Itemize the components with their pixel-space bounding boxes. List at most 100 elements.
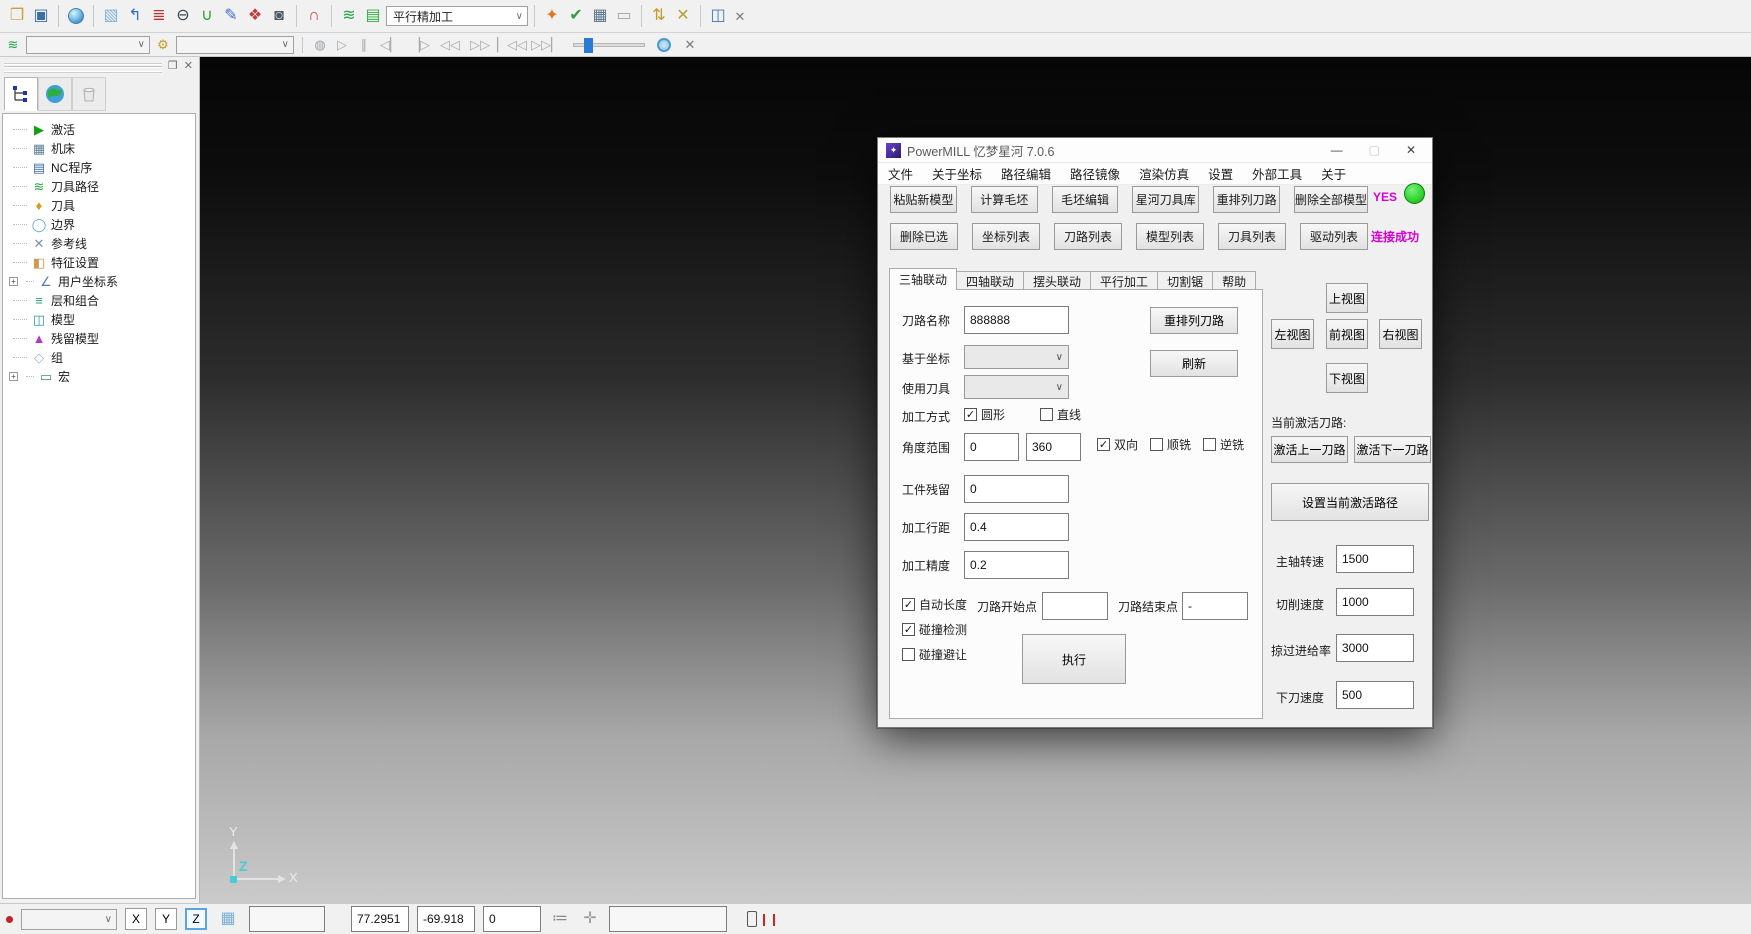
cursor-x-input[interactable] [351,906,409,932]
xyz-list-icon[interactable]: ≔ [549,908,571,930]
checkbox-box[interactable] [1150,438,1163,451]
block-edit-button[interactable]: 毛坯编辑 [1052,186,1119,213]
phone-pause-icon[interactable]: ❙❙ [747,911,779,927]
climb-mill-checkbox[interactable]: 顺铣 [1150,436,1191,453]
paste-new-model-button[interactable]: 粘贴新模型 [890,186,957,213]
tree-item-feature-sets[interactable]: ◧ 特征设置 [9,253,195,272]
play-button[interactable]: ▷ [333,36,351,54]
step-forward-button[interactable]: ▕▷ [407,36,433,54]
go-start-button[interactable]: ▏◁◁ [497,36,527,54]
tree-item-patterns[interactable]: ✕ 参考线 [9,234,195,253]
tolerance-input[interactable] [964,551,1069,579]
sidebar-grip[interactable] [4,63,162,73]
links-icon[interactable]: ∩ [303,5,325,27]
checkbox-box[interactable] [902,648,915,661]
tree-item-nc-programs[interactable]: ▤ NC程序 [9,158,195,177]
tab-head-swing[interactable]: 摆头联动 [1023,271,1091,290]
axis-z-toggle[interactable]: Z [185,908,207,930]
dialog-titlebar[interactable]: ✦ PowerMILL 忆梦星河 7.0.6 — ▢ ✕ [878,138,1432,163]
cursor-z-input[interactable] [483,906,541,932]
stock-allowance-input[interactable] [964,475,1069,503]
auto-length-checkbox[interactable]: ✓ 自动长度 [902,596,967,613]
menu-path-mirror[interactable]: 路径镜像 [1070,164,1120,183]
save-icon[interactable]: ▣ [30,5,52,27]
lightbulb-icon[interactable]: ◍ [311,36,329,54]
drive-list-button[interactable]: 驱动列表 [1300,223,1368,250]
expander-icon[interactable]: + [9,372,18,381]
speed-slider-handle[interactable] [584,38,593,53]
tool-change-icon[interactable]: ⇅ [648,5,670,27]
tab-recycle-bin[interactable] [72,77,106,111]
tree-item-stock-models[interactable]: ▲ 残留模型 [9,329,195,348]
dialog-close-icon[interactable]: ✕ [1406,143,1416,157]
angle-from-input[interactable] [964,433,1019,461]
view-bottom-button[interactable]: 下视图 [1326,363,1368,393]
anim-toolpath-combobox[interactable]: ∨ [26,36,150,54]
tree-item-machine[interactable]: ▦ 机床 [9,139,195,158]
pause-button[interactable]: ∥ [355,36,373,54]
rearrange-button[interactable]: 重排列刀路 [1150,307,1238,334]
tree-item-boundaries[interactable]: ◯ 边界 [9,215,195,234]
stock-pair-icon[interactable]: ◫ [707,5,729,27]
start-point-input[interactable] [1042,592,1108,620]
activate-next-toolpath-button[interactable]: 激活下一刀路 [1354,436,1431,463]
sphere-icon[interactable] [65,5,87,27]
menu-render-sim[interactable]: 渲染仿真 [1139,164,1189,183]
fast-forward-button[interactable]: ▷▷ [467,36,493,54]
tool-list-button[interactable]: 刀具列表 [1218,223,1286,250]
tab-globe[interactable] [38,77,72,111]
execute-button[interactable]: 执行 [1022,634,1126,684]
verify-icon[interactable]: ✔ [565,5,587,27]
tree-item-activate[interactable]: ▶ 激活 [9,120,195,139]
tree-item-models[interactable]: ◫ 模型 [9,310,195,329]
toolpath-spring-icon[interactable]: ≋ [338,5,360,27]
ball-tool-icon[interactable]: ⊖ [172,5,194,27]
axis-y-toggle[interactable]: Y [155,908,177,930]
strategy-u-icon[interactable]: ∪ [196,5,218,27]
tab-parallel[interactable]: 平行加工 [1090,271,1158,290]
refresh-button[interactable]: 刷新 [1150,350,1238,377]
circle-checkbox[interactable]: ✓ 圆形 [964,406,1005,423]
tool-library-button[interactable]: 星河刀具库 [1132,186,1199,213]
transform-icon[interactable]: ✕ [672,5,694,27]
go-end-button[interactable]: ▷▷▏ [531,36,561,54]
activate-prev-toolpath-button[interactable]: 激活上一刀路 [1271,436,1348,463]
cutting-feed-input[interactable] [1336,588,1414,616]
points-icon[interactable]: ❖ [244,5,266,27]
open-folder-icon[interactable]: ❒ [6,5,28,27]
tree-item-groups[interactable]: ◇ 组 [9,348,195,367]
workplane-combobox[interactable]: ∨ [21,909,117,930]
menu-about[interactable]: 关于 [1321,164,1346,183]
sidebar-restore-icon[interactable]: ❐ [168,59,178,72]
delete-selected-button[interactable]: 删除已选 [890,223,958,250]
tab-saw[interactable]: 切割锯 [1157,271,1213,290]
collision-tool-icon[interactable]: ◙ [268,5,290,27]
toolbar-close-icon[interactable]: ✕ [731,7,749,25]
model-list-button[interactable]: 模型列表 [1136,223,1204,250]
tree-item-tools[interactable]: ♦ 刀具 [9,196,195,215]
line-checkbox[interactable]: 直线 [1040,406,1081,423]
minimize-icon[interactable]: — [1331,143,1343,157]
calc-block-button[interactable]: 计算毛坯 [971,186,1038,213]
angle-to-input[interactable] [1026,433,1081,461]
expander-icon[interactable]: + [9,277,18,286]
end-point-input[interactable] [1182,592,1248,620]
step-back-button[interactable]: ◁▏ [377,36,403,54]
grid-size-input[interactable] [249,906,325,932]
speed-icon[interactable] [657,38,671,52]
conventional-mill-checkbox[interactable]: 逆铣 [1203,436,1244,453]
edit-path-icon[interactable]: ✎ [220,5,242,27]
toolpath-name-input[interactable] [964,306,1069,334]
tree-item-workplanes[interactable]: + ∠ 用户坐标系 [9,272,195,291]
set-active-path-button[interactable]: 设置当前激活路径 [1271,483,1429,521]
checkbox-box[interactable]: ✓ [1097,438,1110,451]
checkbox-box[interactable]: ✓ [964,408,977,421]
bidirectional-checkbox[interactable]: ✓ 双向 [1097,436,1138,453]
tree-item-macros[interactable]: + ▭ 宏 [9,367,195,386]
checkbox-box[interactable] [1040,408,1053,421]
menu-settings[interactable]: 设置 [1208,164,1233,183]
use-tool-combobox[interactable]: ∨ [964,375,1069,399]
tab-explorer-tree[interactable] [4,77,38,111]
tree-item-levels-sets[interactable]: ≡ 层和组合 [9,291,195,310]
menu-file[interactable]: 文件 [888,164,913,183]
